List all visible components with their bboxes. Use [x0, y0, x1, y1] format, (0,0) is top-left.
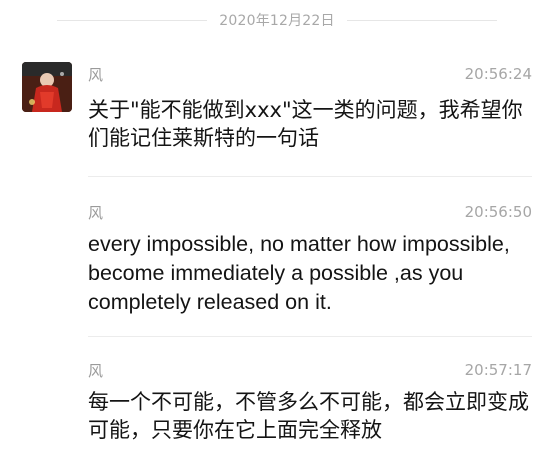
date-separator-line-left: [57, 19, 208, 21]
message-timestamp: 20:56:50: [464, 203, 532, 221]
sender-name: 风: [88, 66, 104, 84]
avatar-image: [22, 62, 72, 112]
message-divider: [88, 336, 532, 337]
message-text: 关于"能不能做到xxx"这一类的问题，我希望你们能记住莱斯特的一句话: [88, 98, 523, 150]
sender-name: 风: [88, 204, 104, 222]
sender-name: 风: [88, 362, 104, 380]
date-label: 2020年12月22日: [219, 13, 335, 29]
date-separator-line-right: [346, 19, 497, 21]
message-text: every impossible, no matter how impossib…: [88, 232, 510, 314]
message-text: 每一个不可能，不管多么不可能，都会立即变成可能，只要你在它上面完全释放: [88, 390, 529, 442]
message-timestamp: 20:56:24: [464, 65, 532, 83]
message-divider: [88, 176, 532, 177]
message-timestamp: 20:57:17: [464, 361, 532, 379]
avatar[interactable]: [22, 62, 72, 112]
date-separator: 2020年12月22日: [0, 0, 554, 40]
